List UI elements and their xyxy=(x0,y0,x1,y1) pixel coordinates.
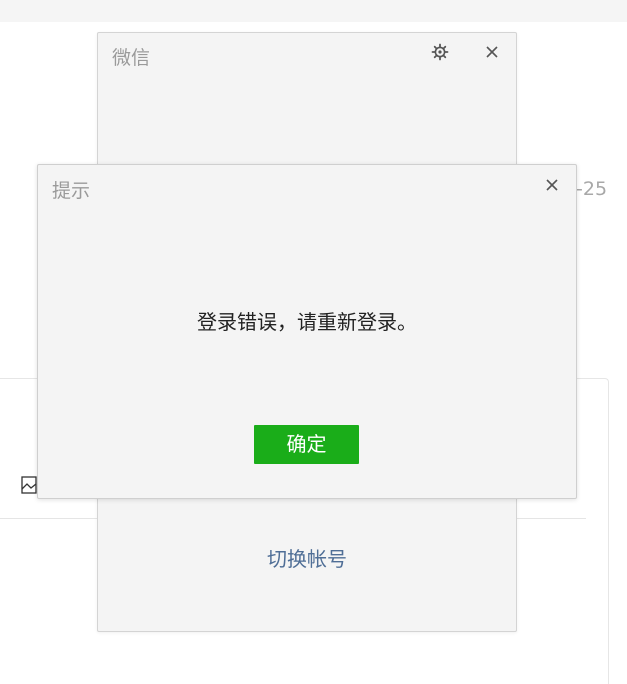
dialog-title: 提示 xyxy=(52,180,91,202)
screen: -25 微信 切换帐号 提示 登录错误，请重新登录。 确定 xyxy=(0,0,627,684)
switch-account-link[interactable]: 切换帐号 xyxy=(98,543,516,572)
prompt-dialog: 提示 登录错误，请重新登录。 确定 xyxy=(37,164,577,499)
confirm-button[interactable]: 确定 xyxy=(254,425,359,464)
close-icon[interactable] xyxy=(483,43,501,61)
error-message: 登录错误，请重新登录。 xyxy=(197,310,417,334)
gear-icon[interactable] xyxy=(431,43,449,61)
background-partial-text: -25 xyxy=(576,178,608,200)
image-icon[interactable] xyxy=(21,476,37,494)
background-top-bar xyxy=(0,0,627,22)
close-icon[interactable] xyxy=(543,176,561,194)
wechat-window-title: 微信 xyxy=(112,47,151,69)
